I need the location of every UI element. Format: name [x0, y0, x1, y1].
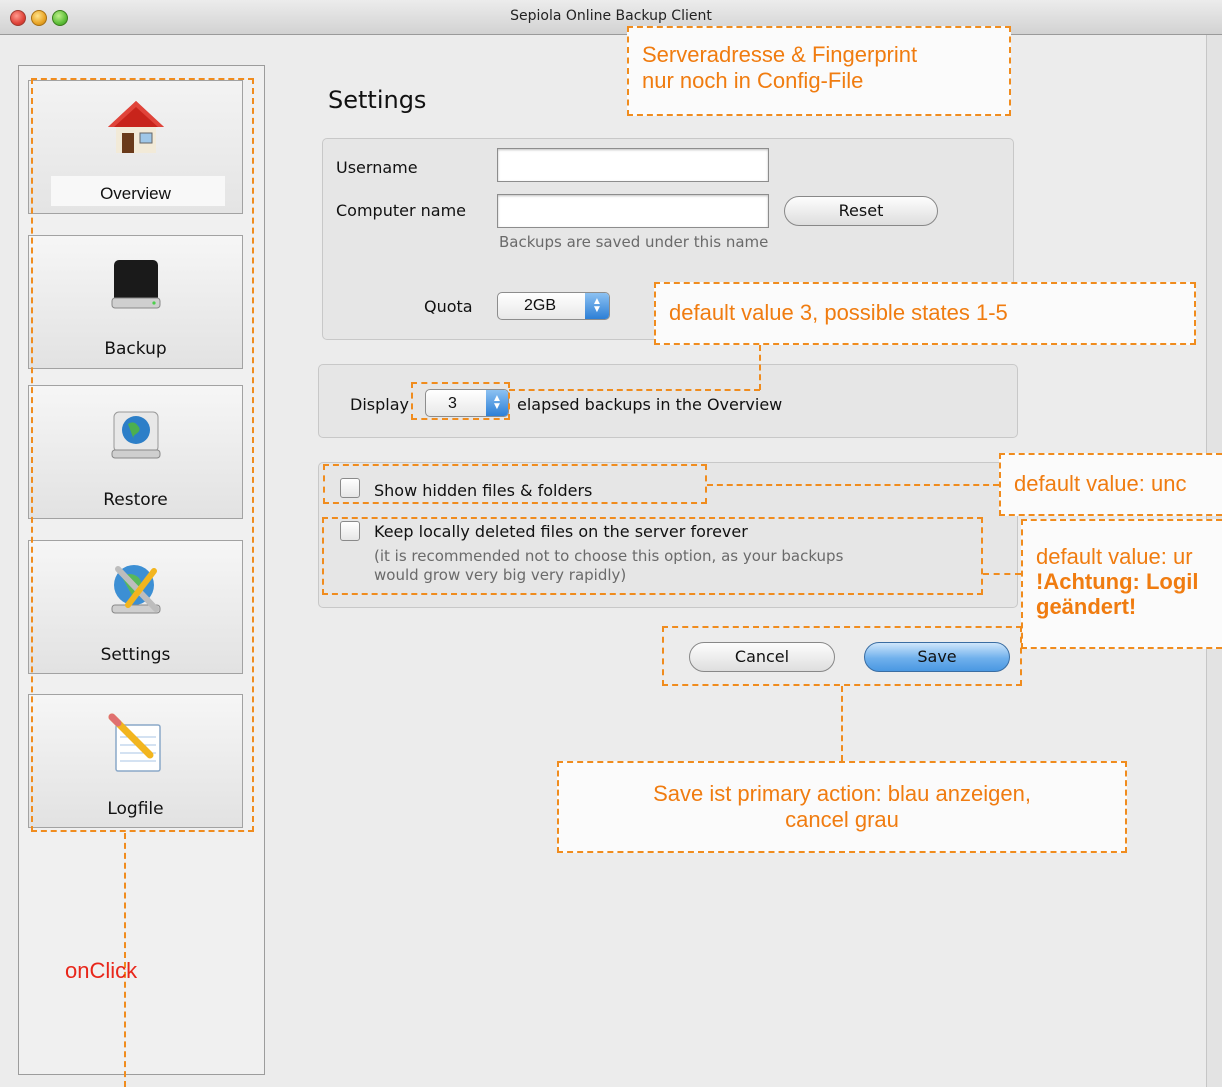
username-label: Username [336, 158, 418, 177]
show-hidden-connector [707, 484, 999, 486]
display-label: Display [350, 395, 409, 414]
buttons-annotation-frame [662, 626, 1022, 686]
onclick-annotation: onClick [65, 958, 138, 983]
page-title: Settings [328, 86, 427, 114]
server-config-annotation: Serveradresse & Fingerprint nur noch in … [627, 26, 1011, 116]
display-connector-v [759, 345, 761, 390]
annotation-line: nur noch in Config-File [642, 68, 864, 93]
display-default-annotation: default value 3, possible states 1-5 [654, 282, 1196, 345]
display-suffix: elapsed backups in the Overview [517, 395, 783, 414]
stepper-arrows-icon: ▲ ▼ [585, 293, 609, 319]
reset-button[interactable]: Reset [784, 196, 938, 226]
annotation-line: Save ist primary action: blau anzeigen, [653, 781, 1031, 806]
keep-deleted-default-annotation: default value: ur !Achtung: Logil geände… [1021, 519, 1222, 649]
window-title: Sepiola Online Backup Client [510, 8, 712, 24]
annotation-line: default value: ur [1036, 544, 1193, 569]
annotation-line: default value: unc [1014, 471, 1187, 496]
annotation-line: geändert! [1036, 594, 1137, 619]
display-connector-h [509, 389, 760, 391]
annotation-line: default value 3, possible states 1-5 [669, 300, 1008, 325]
keep-deleted-annotation-frame [322, 517, 983, 595]
show-hidden-annotation-frame [323, 464, 707, 504]
sidebar-annotation-frame [31, 78, 254, 832]
keep-deleted-connector [983, 573, 1021, 575]
quota-value: 2GB [524, 297, 557, 314]
annotation-line: !Achtung: Logil [1036, 569, 1199, 594]
annotation-line: Serveradresse & Fingerprint [642, 42, 918, 67]
computer-name-hint: Backups are saved under this name [499, 233, 769, 251]
display-select-annotation-frame [411, 382, 510, 420]
computer-name-field[interactable] [497, 194, 769, 228]
save-primary-annotation: Save ist primary action: blau anzeigen, … [557, 761, 1127, 853]
quota-select[interactable]: 2GB ▲ ▼ [497, 292, 610, 320]
hidden-default-annotation: default value: unc [999, 453, 1222, 516]
computer-name-label: Computer name [336, 201, 466, 220]
username-field[interactable] [497, 148, 769, 182]
annotation-line: cancel grau [785, 807, 899, 832]
buttons-connector [841, 686, 843, 761]
quota-label: Quota [424, 297, 473, 316]
